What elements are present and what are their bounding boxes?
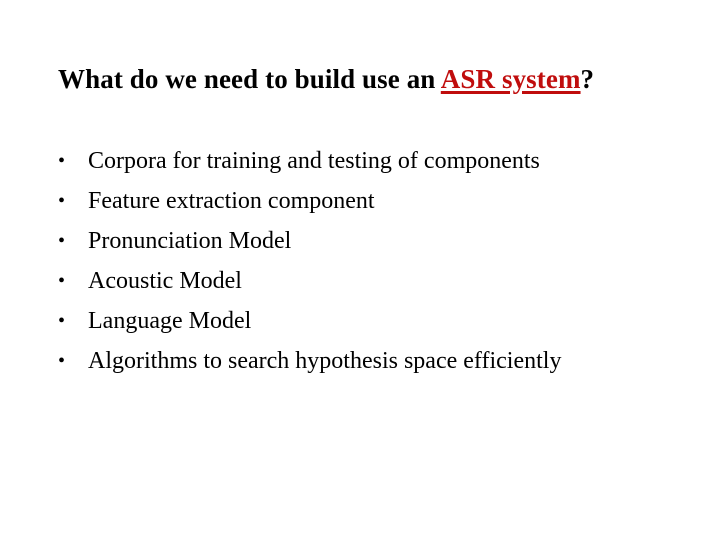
list-item-label: Algorithms to search hypothesis space ef… [88,348,562,374]
bullet-point-icon: • [58,350,66,372]
title-question-mark: ? [580,64,595,94]
bullet-point-icon: • [58,310,66,332]
list-item: • Pronunciation Model [56,221,696,261]
list-item-label: Language Model [88,308,252,334]
title-highlight-asr-system: ASR system [440,64,581,94]
list-item-label: Corpora for training and testing of comp… [88,148,540,174]
list-item: • Corpora for training and testing of co… [56,141,696,181]
list-item: • Algorithms to search hypothesis space … [56,341,696,381]
bullet-point-icon: • [58,150,66,172]
list-item: • Acoustic Model [56,261,696,301]
title-plain-text: What do we need to build use an [58,64,441,94]
bullet-list: • Corpora for training and testing of co… [56,141,696,381]
list-item-label: Acoustic Model [88,268,242,294]
list-item-label: Feature extraction component [88,188,375,214]
list-item: • Language Model [56,301,696,341]
bullet-point-icon: • [58,270,66,292]
list-item: • Feature extraction component [56,181,696,221]
bullet-point-icon: • [58,230,66,252]
list-item-label: Pronunciation Model [88,228,292,254]
bullet-point-icon: • [58,190,66,212]
page-title: What do we need to build use an ASR syst… [58,62,678,96]
presentation-slide: What do we need to build use an ASR syst… [0,0,720,540]
